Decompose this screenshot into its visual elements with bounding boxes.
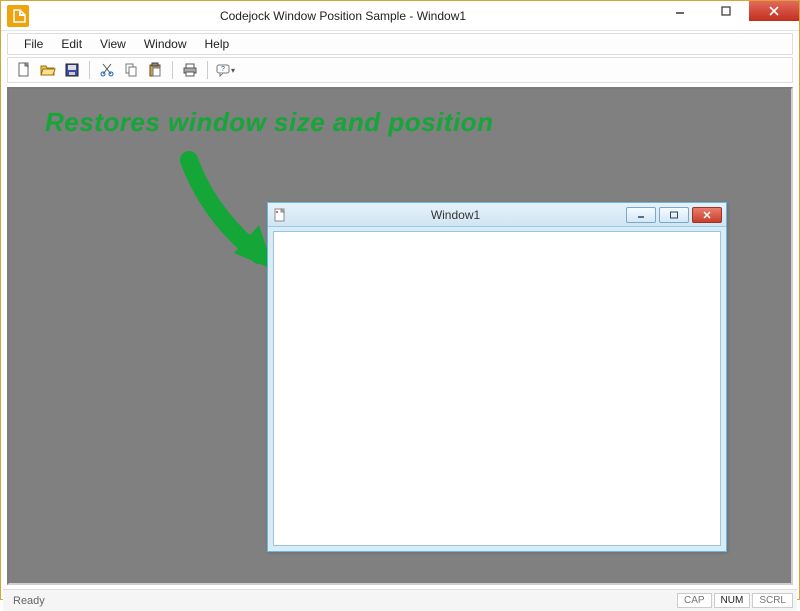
save-disk-icon [64,62,80,78]
child-window-title: Window1 [288,208,623,222]
copy-button[interactable] [121,60,141,80]
app-icon [7,5,29,27]
window-title: Codejock Window Position Sample - Window… [29,9,657,23]
print-icon [182,62,198,78]
maximize-button[interactable] [703,1,749,21]
cut-button[interactable] [97,60,117,80]
status-message: Ready [7,595,675,607]
new-file-icon [16,62,32,78]
save-button[interactable] [62,60,82,80]
document-icon [272,207,288,223]
cut-icon [99,62,115,78]
child-close-button[interactable] [692,207,722,223]
copy-icon [123,62,139,78]
menu-file[interactable]: File [16,35,51,53]
mdi-workspace: Restores window size and position Window… [7,87,793,585]
svg-text:?: ? [221,66,225,73]
title-bar: Codejock Window Position Sample - Window… [1,1,799,31]
child-window[interactable]: Window1 [267,202,727,552]
menu-edit[interactable]: Edit [53,35,90,53]
dropdown-arrow-icon: ▾ [231,66,235,75]
toolbar: ? ▾ [7,57,793,83]
print-button[interactable] [180,60,200,80]
paste-icon [147,62,163,78]
menu-bar: File Edit View Window Help [7,33,793,55]
open-folder-icon [40,62,56,78]
open-button[interactable] [38,60,58,80]
toolbar-separator [172,61,173,79]
indicator-cap: CAP [677,593,712,608]
close-icon [702,211,712,219]
child-minimize-button[interactable] [626,207,656,223]
menu-help[interactable]: Help [197,35,238,53]
new-button[interactable] [14,60,34,80]
menu-window[interactable]: Window [136,35,195,53]
child-client-area[interactable] [273,231,721,546]
paste-button[interactable] [145,60,165,80]
callout-text: Restores window size and position [45,107,493,138]
maximize-icon [721,6,731,16]
minimize-button[interactable] [657,1,703,21]
minimize-icon [675,6,685,16]
toolbar-separator [89,61,90,79]
indicator-num: NUM [714,593,751,608]
status-bar: Ready CAP NUM SCRL [3,589,797,611]
about-button[interactable]: ? ▾ [215,60,235,80]
menu-view[interactable]: View [92,35,134,53]
close-icon [769,6,779,16]
close-button[interactable] [749,1,799,21]
child-maximize-button[interactable] [659,207,689,223]
help-icon: ? [215,62,230,78]
indicator-scrl: SCRL [752,593,793,608]
window-controls [657,1,799,30]
child-title-bar[interactable]: Window1 [268,203,726,227]
toolbar-separator [207,61,208,79]
maximize-icon [669,211,679,219]
minimize-icon [636,211,646,219]
